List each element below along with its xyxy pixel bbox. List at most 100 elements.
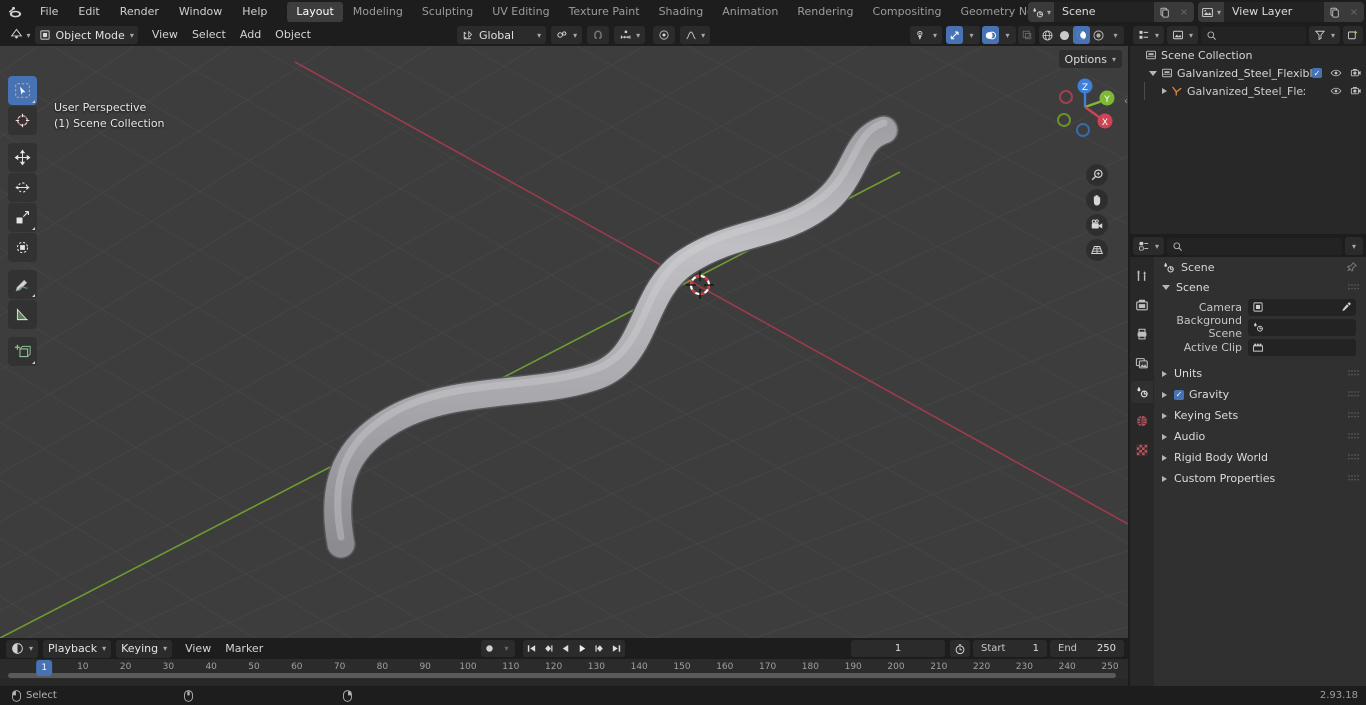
gizmo-options-chevron[interactable]: ▾ [963,26,980,44]
move-tool[interactable] [8,143,37,172]
viewport-menu-object[interactable]: Object [268,26,318,44]
properties-panel-header[interactable]: Custom Properties [1154,468,1366,489]
snap-controls[interactable] [587,26,610,44]
unlink-scene-button[interactable]: × [1174,2,1194,22]
camera-render-icon[interactable] [1350,67,1362,79]
properties-options-chevron[interactable]: ▾ [1344,237,1363,255]
timeline-view-menu[interactable]: View [178,640,218,658]
top-menu-render[interactable]: Render [110,0,169,24]
pan-hand-icon[interactable] [1086,189,1108,211]
viewport-menu-add[interactable]: Add [233,26,268,44]
render-camera-icon[interactable] [1131,294,1153,316]
record-icon[interactable] [481,640,498,657]
outliner-editor[interactable]: ▾ ▾ ▾ Scene Collection Galvanized_Steel_F… [1130,24,1366,234]
jump-start-icon[interactable] [523,640,540,657]
outliner-filter-button[interactable]: ▾ [1308,26,1340,44]
timeline-ruler[interactable]: 10 20 30 40 50 60 70 80 90 100 110 120 130 140 150 160 1… [0,659,1128,679]
stopwatch-icon[interactable] [950,640,970,657]
gizmo-toggle-group[interactable]: ▾ [946,26,980,44]
view-layer-name[interactable]: View Layer [1224,2,1324,22]
xray-toggle-group[interactable] [1018,26,1035,44]
sidebar-open-handle[interactable]: ‹ [1124,96,1128,107]
properties-panel-header[interactable]: ✓ Gravity [1154,384,1366,405]
transport-buttons[interactable] [523,640,625,657]
shading-options-chevron[interactable]: ▾ [1107,26,1124,44]
properties-panel-header[interactable]: Audio [1154,426,1366,447]
chevron-right-icon[interactable] [1162,391,1167,398]
shading-mode-group[interactable]: ▾ [1039,26,1124,44]
texture-checker-icon[interactable] [1131,439,1153,461]
chevron-down-icon[interactable] [1162,284,1170,290]
properties-editor-type-button[interactable]: ▾ [1133,237,1165,255]
eyedropper-icon[interactable] [1340,301,1352,313]
transform-tool[interactable] [8,233,37,262]
properties-field-input[interactable] [1248,298,1356,316]
top-menu-file[interactable]: File [30,0,68,24]
zoom-icon[interactable] [1086,164,1108,186]
workspace-tab-modeling[interactable]: Modeling [344,2,412,22]
tweak-select-tool[interactable] [8,76,37,105]
gizmo-toggle-button[interactable] [946,26,963,44]
outliner-row[interactable]: Galvanized_Steel_Flexibl [1130,82,1366,100]
eye-icon[interactable] [1330,67,1342,79]
world-globe-icon[interactable] [1131,410,1153,432]
timeline-playhead[interactable]: 1 [36,660,53,676]
timeline-scrollbar[interactable] [8,673,1116,678]
annotate-tool[interactable] [8,270,37,299]
keying-options-chevron[interactable]: ▾ [498,640,515,657]
outliner-search-input[interactable] [1201,26,1306,44]
eye-icon[interactable] [1330,85,1342,97]
workspace-tab-shading[interactable]: Shading [650,2,713,22]
properties-panel-header[interactable]: Rigid Body World [1154,447,1366,468]
properties-panel-header[interactable]: Keying Sets [1154,405,1366,426]
rotate-tool[interactable] [8,173,37,202]
viewport-menu-view[interactable]: View [145,26,185,44]
chevron-right-icon[interactable] [1162,475,1167,482]
magnet-icon[interactable] [592,29,604,41]
scene-icon[interactable]: ▾ [1028,2,1054,22]
chevron-right-icon[interactable] [1162,454,1167,461]
object-mode-selector[interactable]: Object Mode ▾ [34,26,138,44]
chevron-right-icon[interactable] [1162,88,1167,94]
properties-field-input[interactable] [1248,318,1356,336]
chevron-down-icon[interactable] [1149,70,1157,76]
next-keyframe-icon[interactable] [591,640,608,657]
top-menu-window[interactable]: Window [169,0,232,24]
proportional-edit-toggle[interactable] [653,26,676,44]
snap-mode-selector[interactable]: ▾ [614,26,646,44]
3d-viewport[interactable]: ▾ Object Mode ▾ View Select Add Object Glob… [0,24,1128,638]
timeline-editor[interactable]: ▾ Playback ▾ Keying ▾ View Marker ▾ 1 St… [0,638,1128,686]
workspace-tab-texture-paint[interactable]: Texture Paint [560,2,649,22]
scene-cone-droplet-icon[interactable] [1131,381,1153,403]
new-view-layer-button[interactable] [1324,2,1344,22]
outliner-row[interactable]: Scene Collection [1130,46,1366,64]
gravity-checkbox[interactable]: ✓ [1174,389,1184,400]
auto-keying-group[interactable]: ▾ [481,640,515,657]
remove-view-layer-button[interactable]: × [1344,2,1364,22]
timeline-editor-type-button[interactable]: ▾ [6,639,39,658]
chevron-right-icon[interactable] [1162,412,1167,419]
xray-toggle-button[interactable] [1018,26,1035,44]
top-menu-help[interactable]: Help [232,0,277,24]
overlays-toggle-group[interactable]: ▾ [982,26,1016,44]
transform-orientation-selector[interactable]: Global ▾ [457,26,547,44]
scale-tool[interactable] [8,203,37,232]
overlays-options-chevron[interactable]: ▾ [999,26,1016,44]
viewport-canvas[interactable] [0,24,1128,638]
play-reverse-icon[interactable] [557,640,574,657]
shading-material-preview-button[interactable] [1073,26,1090,44]
visibility-selector[interactable]: ▾ [909,26,942,44]
new-scene-button[interactable] [1154,2,1174,22]
measure-tool[interactable] [8,300,37,329]
properties-editor[interactable]: ▾ ▾ Scene Scene Camera Background Scene … [1130,235,1366,686]
workspace-tab-compositing[interactable]: Compositing [864,2,951,22]
view-layer-selector[interactable]: ▾ View Layer × [1198,2,1364,22]
scene-selector[interactable]: ▾ Scene × [1028,2,1194,22]
timeline-marker-menu[interactable]: Marker [218,640,270,658]
outliner-filter-id-button[interactable]: ▾ [1167,26,1199,44]
add-cube-tool[interactable] [8,337,37,366]
new-collection-button[interactable] [1343,26,1363,44]
blender-logo-icon[interactable] [0,0,30,24]
keying-menu[interactable]: Keying ▾ [116,639,173,658]
chevron-right-icon[interactable] [1162,370,1167,377]
